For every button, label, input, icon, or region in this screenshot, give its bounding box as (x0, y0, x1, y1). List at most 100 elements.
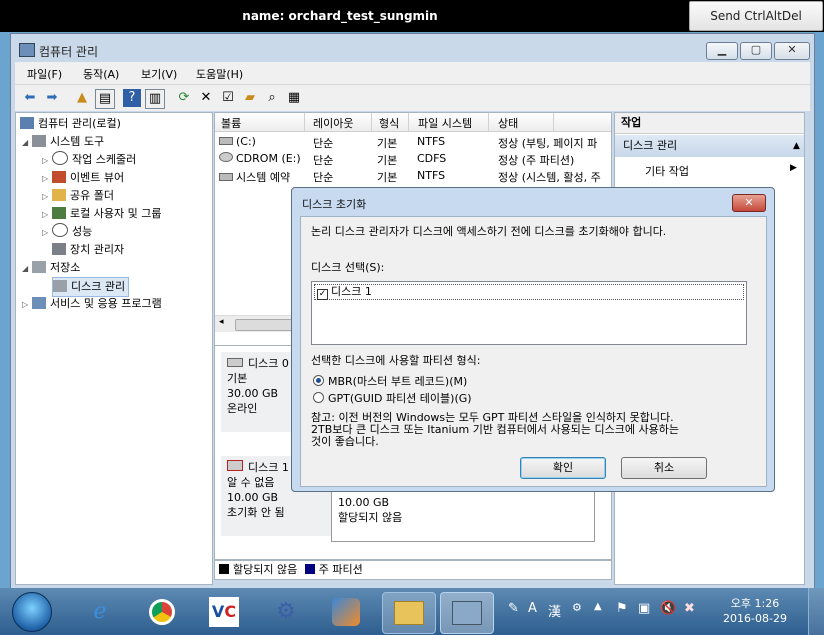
more-actions-item[interactable]: 기타 작업 ▶ (645, 163, 797, 179)
scroll-left-icon[interactable]: ◂ (219, 317, 224, 327)
window-title: 컴퓨터 관리 (39, 45, 99, 59)
network-tool-icon[interactable]: ⚙ (260, 592, 312, 632)
close-button[interactable]: ✕ (774, 42, 810, 60)
dialog-message: 논리 디스크 관리자가 디스크에 액세스하기 전에 디스크를 초기화해야 합니다… (311, 225, 667, 238)
menu-view[interactable]: 보기(V) (141, 66, 177, 82)
volume-status: 정상 (부팅, 페이지 파 (498, 137, 598, 150)
ime-settings-icon[interactable]: ⚙ (572, 601, 582, 614)
unallocated-swatch (219, 564, 229, 574)
expand-arrow-icon[interactable]: ▷ (42, 188, 52, 206)
volume-fs: NTFS (417, 169, 446, 182)
app-icon[interactable] (320, 592, 372, 632)
ime-mode-a[interactable]: A (528, 601, 537, 616)
gpt-radio[interactable] (313, 392, 324, 403)
select-disks-label: 디스크 선택(S): (311, 261, 385, 274)
expand-arrow-icon[interactable]: ▷ (22, 296, 32, 314)
collapse-arrow-icon[interactable]: ◢ (22, 260, 32, 278)
file-explorer-icon[interactable] (382, 592, 436, 634)
volume-name: (C:) (236, 135, 256, 148)
volume-row[interactable]: (C:) 단순 기본 NTFS 정상 (부팅, 페이지 파 (215, 133, 611, 151)
start-button[interactable] (12, 592, 52, 632)
column-type[interactable]: 형식 (379, 115, 399, 131)
show-desktop-button[interactable] (808, 588, 824, 635)
actions-section-disk-management[interactable]: 디스크 관리 ▲ (615, 135, 804, 157)
language-bar-icon[interactable]: ✎ (508, 601, 519, 616)
vnc-title-bar: name: orchard_test_sungmin Send CtrlAltD… (0, 0, 824, 32)
disk-select-list[interactable]: ✓ 디스크 1 (311, 281, 747, 345)
expand-arrow-icon[interactable]: ▷ (42, 152, 52, 170)
search-icon[interactable]: ⌕ (263, 89, 281, 107)
refresh-icon[interactable]: ⟳ (175, 89, 193, 107)
clock-date[interactable]: 2016-08-29 (715, 612, 795, 625)
expand-arrow-icon[interactable]: ▷ (42, 224, 52, 242)
tree-item-performance[interactable]: ▷ 성능 (42, 223, 92, 241)
menu-file[interactable]: 파일(F) (27, 66, 62, 82)
tree-item-disk-management[interactable]: 디스크 관리 (52, 277, 130, 297)
column-file-system[interactable]: 파일 시스템 (418, 115, 472, 131)
power-icon[interactable]: ✖ (684, 601, 695, 616)
internet-explorer-icon[interactable]: ℯ (74, 592, 126, 632)
disk-1-list-item[interactable]: ✓ 디스크 1 (314, 284, 744, 300)
mbr-option[interactable]: MBR(마스터 부트 레코드)(M) (313, 373, 467, 389)
volume-row[interactable]: CDROM (E:) 단순 기본 CDFS 정상 (주 파티션) (215, 150, 611, 168)
chrome-icon[interactable] (136, 592, 188, 632)
open-folder-icon[interactable]: ▰ (241, 89, 259, 107)
tree-item-shared-folders[interactable]: ▷ 공유 폴더 (42, 187, 114, 205)
disk-legend: 할당되지 않음 주 파티션 (214, 560, 612, 580)
legend-unallocated: 할당되지 않음 (233, 563, 298, 576)
action-center-icon[interactable]: ⚑ (616, 601, 628, 616)
ime-mode-hanja[interactable]: 漢 (548, 601, 561, 620)
tree-item-storage[interactable]: ◢ 저장소 (22, 259, 80, 277)
mbr-radio[interactable] (313, 375, 324, 386)
send-ctrl-alt-del-button[interactable]: Send CtrlAltDel (689, 1, 823, 31)
disk-1-checkbox[interactable]: ✓ (317, 289, 328, 300)
expand-arrow-icon[interactable]: ▷ (42, 206, 52, 224)
volume-row[interactable]: 시스템 예약 단순 기본 NTFS 정상 (시스템, 활성, 주 (215, 167, 611, 185)
computer-icon (20, 117, 34, 129)
menu-action[interactable]: 동작(A) (83, 66, 119, 82)
clock-time[interactable]: 오후 1:26 (715, 595, 795, 611)
show-hidden-icons-icon[interactable]: ▲ (594, 601, 602, 612)
disk-settings-icon[interactable]: ▦ (285, 89, 303, 107)
mbr-label: MBR(마스터 부트 레코드)(M) (328, 375, 468, 388)
expand-arrow-icon[interactable]: ▷ (42, 170, 52, 188)
tree-item-task-scheduler[interactable]: ▷ 작업 스케줄러 (42, 151, 136, 169)
tree-root[interactable]: 컴퓨터 관리(로컬) (20, 115, 121, 133)
up-folder-icon[interactable]: ▲ (73, 89, 91, 107)
disk-0-name: 디스크 0 (248, 357, 289, 370)
services-icon (32, 297, 46, 309)
disk-1-name: 디스크 1 (248, 461, 289, 474)
tree-item-local-users[interactable]: ▷ 로컬 사용자 및 그룹 (42, 205, 161, 223)
volume-type: 기본 (377, 154, 398, 167)
tree-item-event-viewer[interactable]: ▷ 이벤트 뷰어 (42, 169, 124, 187)
tree-item-services-apps[interactable]: ▷ 서비스 및 응용 프로그램 (22, 295, 162, 313)
back-arrow-icon[interactable]: ⬅ (21, 89, 39, 107)
partition-style-label: 선택한 디스크에 사용할 파티션 형식: (311, 354, 481, 367)
tree-item-system-tools[interactable]: ◢ 시스템 도구 (22, 133, 104, 151)
column-volume[interactable]: 볼륨 (221, 115, 241, 131)
tree-item-device-manager[interactable]: 장치 관리자 (52, 241, 124, 259)
forward-arrow-icon[interactable]: ➡ (43, 89, 61, 107)
volume-muted-icon[interactable]: 🔇 (660, 601, 676, 616)
column-layout[interactable]: 레이아웃 (313, 115, 353, 131)
show-tree-icon[interactable]: ▤ (95, 89, 115, 109)
computer-management-taskbar-icon[interactable] (440, 592, 494, 634)
collapse-arrow-icon[interactable]: ◢ (22, 134, 32, 152)
vnc-viewer-icon[interactable]: VC (198, 592, 250, 632)
minimize-button[interactable]: ▁ (706, 42, 738, 60)
scroll-thumb[interactable] (235, 319, 297, 331)
menu-help[interactable]: 도움말(H) (196, 66, 243, 82)
collapse-up-icon[interactable]: ▲ (785, 135, 800, 157)
column-separator (553, 113, 554, 131)
dialog-close-button[interactable]: ✕ (732, 194, 766, 212)
delete-icon[interactable]: ✕ (197, 89, 215, 107)
gpt-option[interactable]: GPT(GUID 파티션 테이블)(G) (313, 390, 472, 406)
show-action-pane-icon[interactable]: ▥ (145, 89, 165, 109)
column-status[interactable]: 상태 (498, 115, 518, 131)
cancel-button[interactable]: 취소 (621, 457, 707, 479)
maximize-button[interactable]: ▢ (740, 42, 772, 60)
properties-icon[interactable]: ☑ (219, 89, 237, 107)
ok-button[interactable]: 확인 (520, 457, 606, 479)
help-icon[interactable]: ? (123, 89, 141, 107)
network-icon[interactable]: ▣ (638, 601, 650, 616)
